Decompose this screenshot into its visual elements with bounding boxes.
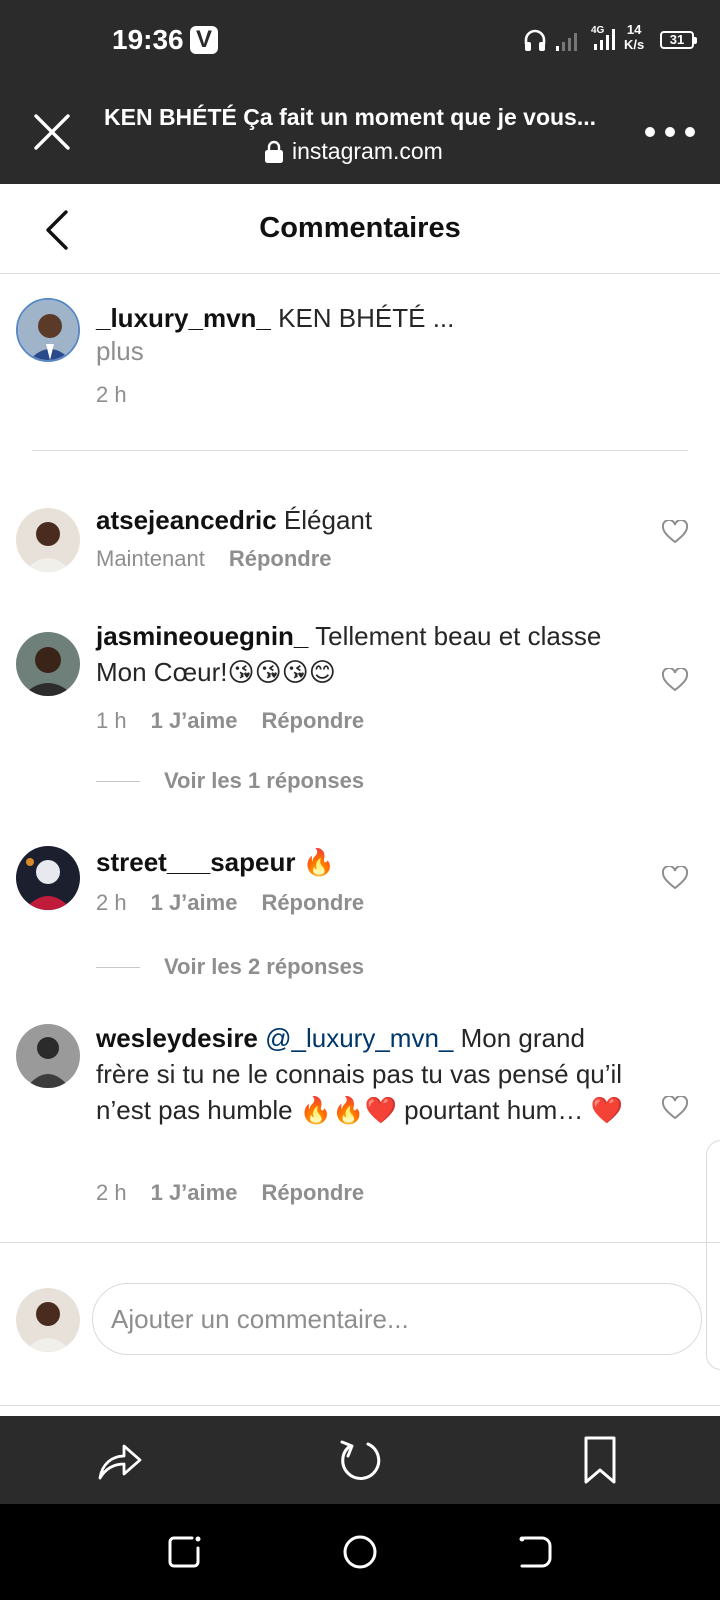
comment-text: jasmineouegnin_ Tellement beau et classe… (96, 618, 636, 690)
comment-body: Élégant (283, 505, 373, 535)
comment-time: 2 h (96, 1180, 127, 1205)
comment-meta: Maintenant Répondre (96, 546, 332, 572)
reply-line (96, 780, 140, 782)
comment-time: 1 h (96, 708, 127, 733)
comment-meta: 1 h 1 J’aime Répondre (96, 708, 364, 734)
like-count[interactable]: 1 J’aime (151, 708, 238, 734)
reply-button[interactable]: Répondre (229, 546, 332, 572)
like-count[interactable]: 1 J’aime (151, 890, 238, 916)
home-icon[interactable] (338, 1530, 382, 1574)
status-bar: 19:36 V 4G 14 K/s 31 (0, 0, 720, 82)
lock-icon (265, 140, 283, 163)
heart-icon[interactable] (662, 520, 688, 544)
avatar-image (16, 632, 80, 696)
signal-weak-icon (556, 33, 577, 51)
comment-meta: 2 h 1 J’aime Répondre (96, 890, 364, 916)
reply-button[interactable]: Répondre (261, 890, 364, 916)
avatar[interactable] (16, 846, 80, 910)
comment-input[interactable] (92, 1283, 702, 1355)
comment-item: wesleydesire @_luxury_mvn_ Mon grand frè… (0, 1020, 720, 1220)
comment-username[interactable]: atsejeancedric (96, 505, 277, 535)
url-bar[interactable]: instagram.com (264, 138, 443, 165)
url-domain: instagram.com (292, 138, 443, 164)
reply-button[interactable]: Répondre (261, 1180, 364, 1206)
comment-username[interactable]: street___sapeur (96, 847, 295, 877)
comment-body: 🔥 (302, 847, 336, 877)
svg-text:4G: 4G (591, 25, 605, 36)
comment-username[interactable]: wesleydesire (96, 1023, 258, 1053)
share-icon[interactable] (94, 1434, 146, 1486)
caption-text: _luxury_mvn_ KEN BHÉTÉ ... (96, 300, 454, 336)
side-panel-handle[interactable] (706, 1140, 720, 1370)
avatar-image (18, 300, 78, 360)
comment-item: street___sapeur 🔥 2 h 1 J’aime Répondre … (0, 840, 720, 1000)
comment-username[interactable]: jasmineouegnin_ (96, 621, 308, 651)
comment-time: Maintenant (96, 546, 205, 571)
avatar[interactable] (16, 632, 80, 696)
reply-line (96, 966, 140, 968)
caption-body: KEN BHÉTÉ ... (278, 303, 455, 333)
heart-icon[interactable] (662, 1096, 688, 1120)
current-user-avatar (16, 1288, 80, 1352)
header-title: Commentaires (259, 212, 461, 244)
view-replies-label: Voir les 1 réponses (164, 768, 365, 793)
comment-time: 2 h (96, 890, 127, 915)
avatar-image (16, 846, 80, 910)
caption-username[interactable]: _luxury_mvn_ (96, 303, 271, 333)
headphone-icon (524, 29, 546, 51)
heart-icon[interactable] (662, 668, 688, 692)
comment-text: street___sapeur 🔥 (96, 844, 636, 880)
comment-mention[interactable]: @_luxury_mvn_ (265, 1023, 453, 1053)
network-speed-unit: K/s (624, 37, 645, 52)
browser-bar: KEN BHÉTÉ Ça fait un moment que je vous.… (0, 82, 720, 184)
browser-toolbar (0, 1416, 720, 1504)
battery-icon: 31 (660, 31, 697, 49)
comment-meta: 2 h 1 J’aime Répondre (96, 1180, 364, 1206)
comment-text: wesleydesire @_luxury_mvn_ Mon grand frè… (96, 1020, 636, 1128)
system-nav-bar (0, 1504, 720, 1600)
view-replies-link[interactable]: Voir les 2 réponses (96, 954, 364, 980)
view-replies-label: Voir les 2 réponses (164, 954, 365, 979)
recent-apps-icon[interactable] (162, 1530, 206, 1574)
caption-time: 2 h (96, 382, 127, 407)
status-time: 19:36 (112, 24, 184, 55)
divider (32, 450, 688, 451)
heart-icon[interactable] (662, 866, 688, 890)
avatar[interactable] (16, 298, 80, 362)
caption-more-link[interactable]: plus (96, 336, 144, 367)
back-nav-icon[interactable] (514, 1530, 558, 1574)
divider (0, 1405, 720, 1406)
page-title: KEN BHÉTÉ Ça fait un moment que je vous.… (104, 104, 597, 130)
avatar-image (16, 508, 80, 572)
reply-button[interactable]: Répondre (261, 708, 364, 734)
comment-item: jasmineouegnin_ Tellement beau et classe… (0, 616, 720, 806)
avatar[interactable] (16, 1024, 80, 1088)
bookmark-icon[interactable] (574, 1434, 626, 1486)
divider (0, 1242, 720, 1243)
view-replies-link[interactable]: Voir les 1 réponses (96, 768, 364, 794)
avatar[interactable] (16, 508, 80, 572)
signal-4g-icon: 4G (591, 25, 615, 50)
comments-header: Commentaires (0, 184, 720, 274)
network-speed: 14 K/s (624, 22, 644, 52)
like-count[interactable]: 1 J’aime (151, 1180, 238, 1206)
comment-item: atsejeancedric Élégant Maintenant Répond… (0, 494, 720, 604)
close-icon[interactable] (28, 108, 76, 156)
network-speed-value: 14 (626, 22, 642, 37)
more-options-icon[interactable] (644, 118, 696, 146)
avatar-image (16, 1288, 80, 1352)
comment-text: atsejeancedric Élégant (96, 502, 636, 538)
battery-level: 31 (669, 32, 685, 47)
app-notification-badge: V (190, 26, 218, 54)
refresh-icon[interactable] (334, 1434, 386, 1486)
post-caption: _luxury_mvn_ KEN BHÉTÉ ... plus 2 h (0, 274, 720, 452)
avatar-image (16, 1024, 80, 1088)
